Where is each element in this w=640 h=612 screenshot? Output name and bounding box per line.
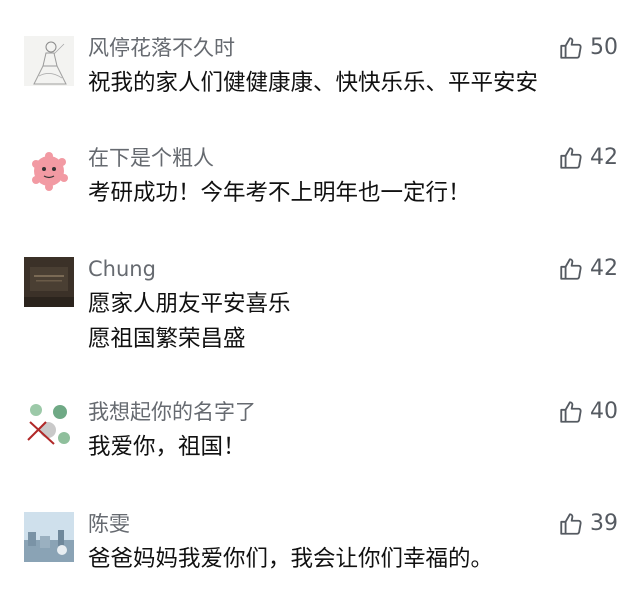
avatar[interactable] — [24, 36, 74, 86]
pink-cartoon-avatar-icon — [24, 146, 74, 196]
like-button[interactable]: 50 — [558, 33, 618, 63]
thumbs-up-icon — [560, 258, 582, 280]
like-count: 50 — [590, 35, 618, 60]
dark-photo-avatar-icon — [24, 257, 74, 307]
comment-text: 爸爸妈妈我爱你们，我会让你们幸福的。 — [88, 542, 493, 577]
comment-line: 愿祖国繁荣昌盛 — [88, 326, 246, 352]
avatar[interactable] — [24, 400, 74, 450]
like-count: 42 — [590, 256, 618, 281]
thumbs-up-icon — [560, 37, 582, 59]
comment-line: 我爱你，祖国！ — [88, 434, 246, 460]
avatar[interactable] — [24, 512, 74, 562]
like-button[interactable]: 42 — [558, 143, 618, 173]
like-button[interactable]: 42 — [558, 254, 618, 284]
comment-text: 考研成功！今年考不上明年也一定行！ — [88, 176, 471, 211]
avatar[interactable] — [24, 257, 74, 307]
thumbs-up-icon — [560, 401, 582, 423]
comment-text: 祝我的家人们健健康康、快快乐乐、平平安安 — [88, 66, 538, 101]
city-photo-avatar-icon — [24, 512, 74, 562]
comment-line: 考研成功！今年考不上明年也一定行！ — [88, 180, 471, 206]
flower-crossed-avatar-icon — [24, 400, 74, 450]
thumbs-up-icon — [560, 147, 582, 169]
comment-username[interactable]: 陈雯 — [88, 510, 130, 538]
sketch-girl-avatar-icon — [24, 36, 74, 86]
comment-username[interactable]: 风停花落不久时 — [88, 34, 235, 62]
comment-line: 爸爸妈妈我爱你们，我会让你们幸福的。 — [88, 546, 494, 572]
avatar[interactable] — [24, 146, 74, 196]
comment-text: 我爱你，祖国！ — [88, 430, 246, 465]
comment-line: 愿家人朋友平安喜乐 — [88, 291, 291, 317]
like-count: 39 — [590, 511, 618, 536]
comment-text: 愿家人朋友平安喜乐 愿祖国繁荣昌盛 — [88, 287, 291, 357]
thumbs-up-icon — [560, 513, 582, 535]
like-button[interactable]: 39 — [558, 509, 618, 539]
comment-username[interactable]: 在下是个粗人 — [88, 144, 214, 172]
like-count: 42 — [590, 145, 618, 170]
like-button[interactable]: 40 — [558, 397, 618, 427]
like-count: 40 — [590, 399, 618, 424]
comment-username[interactable]: Chung — [88, 255, 156, 283]
comment-username[interactable]: 我想起你的名字了 — [88, 398, 256, 426]
comment-line: 祝我的家人们健健康康、快快乐乐、平平安安 — [88, 70, 539, 96]
